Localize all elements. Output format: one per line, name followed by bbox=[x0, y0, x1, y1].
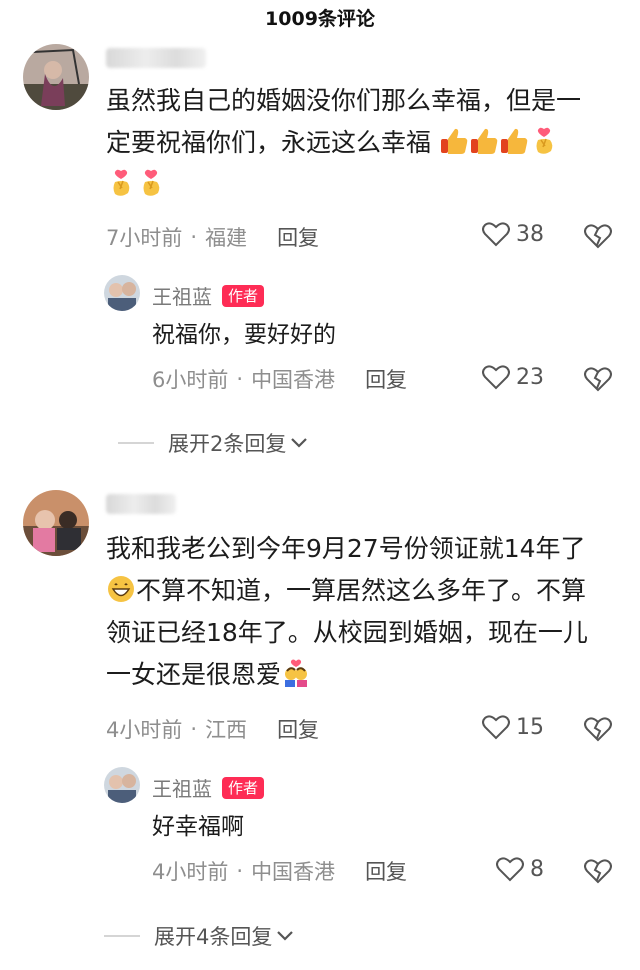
reply-button[interactable]: 回复 bbox=[277, 714, 319, 744]
grinning-emoji-icon bbox=[108, 576, 134, 602]
expand-label: 展开2条回复 bbox=[168, 432, 287, 456]
broken-heart-icon bbox=[584, 367, 612, 392]
avatar[interactable] bbox=[104, 767, 140, 803]
meta-separator: · bbox=[236, 859, 244, 883]
comment-time: 7小时前 bbox=[106, 226, 183, 250]
heart-outline-icon bbox=[482, 365, 510, 390]
comment-line: 一女还是很恩爱 bbox=[106, 654, 631, 696]
comment-line: 定要祝福你们，永远这么幸福 bbox=[106, 122, 626, 164]
reply-location: 中国香港 bbox=[251, 368, 336, 392]
thumbs-up-emoji-icon bbox=[470, 128, 498, 154]
username-blurred bbox=[106, 494, 176, 514]
comment-line-text: 定要祝福你们，永远这么幸福 bbox=[106, 128, 432, 157]
meta-separator: · bbox=[190, 717, 198, 741]
username-blurred bbox=[106, 48, 206, 68]
reply-text: 祝福你，要好好的 bbox=[152, 322, 336, 348]
comment-line-text: 一女还是很恩爱 bbox=[106, 660, 282, 689]
reply-username[interactable]: 王祖蓝 bbox=[152, 281, 212, 310]
comment-count-title: 1009条评论 bbox=[265, 7, 375, 30]
comment-meta: 4小时前 · 江西 回复 bbox=[106, 714, 319, 744]
like-count: 23 bbox=[516, 364, 544, 390]
thumbs-up-emoji-icon bbox=[440, 128, 468, 154]
finger-heart-emoji-icon bbox=[143, 169, 160, 196]
finger-heart-emoji-icon bbox=[536, 127, 553, 154]
avatar[interactable] bbox=[23, 490, 89, 556]
reply-time: 4小时前 bbox=[152, 860, 229, 884]
reply-button[interactable]: 回复 bbox=[277, 222, 319, 252]
comment-line: 领证已经18年了。从校园到婚姻，现在一儿 bbox=[106, 618, 588, 647]
reply-meta: 6小时前 · 中国香港 回复 bbox=[152, 364, 407, 394]
avatar[interactable] bbox=[23, 44, 89, 110]
like-count: 38 bbox=[516, 221, 544, 247]
chevron-down-icon bbox=[277, 931, 294, 941]
heart-outline-icon bbox=[482, 222, 510, 247]
comment-meta: 7小时前 · 福建 回复 bbox=[106, 222, 319, 252]
broken-heart-icon bbox=[584, 224, 612, 249]
reply-author: 王祖蓝 作者 bbox=[152, 773, 265, 802]
like-button[interactable]: 23 bbox=[482, 364, 544, 390]
couple-kiss-emoji-icon bbox=[285, 659, 308, 687]
reply-time: 6小时前 bbox=[152, 368, 229, 392]
comment-text: 我和我老公到今年9月27号份领证就14年了 不算不知道，一算居然这么多年了。不算… bbox=[106, 528, 631, 696]
heart-outline-icon bbox=[482, 715, 510, 740]
thumbs-up-emoji-icon bbox=[500, 128, 528, 154]
comment-text: 虽然我自己的婚姻没你们那么幸福，但是一 定要祝福你们，永远这么幸福 bbox=[106, 80, 626, 206]
like-button[interactable]: 38 bbox=[482, 221, 544, 247]
chevron-down-icon bbox=[291, 438, 308, 448]
like-button[interactable]: 8 bbox=[496, 856, 544, 882]
dislike-button[interactable] bbox=[584, 223, 612, 253]
expand-label: 展开4条回复 bbox=[154, 925, 273, 949]
avatar[interactable] bbox=[104, 275, 140, 311]
dislike-button[interactable] bbox=[584, 366, 612, 396]
reply-meta: 4小时前 · 中国香港 回复 bbox=[152, 856, 407, 886]
reply-author: 王祖蓝 作者 bbox=[152, 281, 265, 310]
like-count: 15 bbox=[516, 714, 544, 740]
reply-text: 好幸福啊 bbox=[152, 814, 244, 840]
comment-time: 4小时前 bbox=[106, 718, 183, 742]
broken-heart-icon bbox=[584, 717, 612, 742]
reply-location: 中国香港 bbox=[251, 860, 336, 884]
reply-button[interactable]: 回复 bbox=[365, 856, 407, 886]
broken-heart-icon bbox=[584, 859, 612, 884]
dislike-button[interactable] bbox=[584, 858, 612, 888]
divider-line bbox=[104, 935, 140, 937]
expand-replies-button[interactable]: 展开4条回复 bbox=[104, 921, 294, 951]
reply-button[interactable]: 回复 bbox=[365, 364, 407, 394]
author-badge: 作者 bbox=[222, 284, 265, 307]
heart-outline-icon bbox=[496, 857, 524, 882]
author-badge: 作者 bbox=[222, 776, 265, 799]
expand-replies-button[interactable]: 展开2条回复 bbox=[118, 428, 308, 458]
comment-line bbox=[106, 164, 626, 206]
comment-location: 江西 bbox=[205, 718, 248, 742]
comment-line: 我和我老公到今年9月27号份领证就14年了 bbox=[106, 534, 586, 563]
comment-line: 不算不知道，一算居然这么多年了。不算 bbox=[106, 570, 631, 612]
comment-line: 虽然我自己的婚姻没你们那么幸福，但是一 bbox=[106, 86, 582, 115]
like-button[interactable]: 15 bbox=[482, 714, 544, 740]
like-count: 8 bbox=[530, 856, 544, 882]
divider-line bbox=[118, 442, 154, 444]
comment-line-text: 不算不知道，一算居然这么多年了。不算 bbox=[136, 576, 587, 605]
meta-separator: · bbox=[190, 225, 198, 249]
comment-location: 福建 bbox=[205, 226, 248, 250]
finger-heart-emoji-icon bbox=[113, 169, 130, 196]
meta-separator: · bbox=[236, 367, 244, 391]
dislike-button[interactable] bbox=[584, 716, 612, 746]
reply-username[interactable]: 王祖蓝 bbox=[152, 773, 212, 802]
